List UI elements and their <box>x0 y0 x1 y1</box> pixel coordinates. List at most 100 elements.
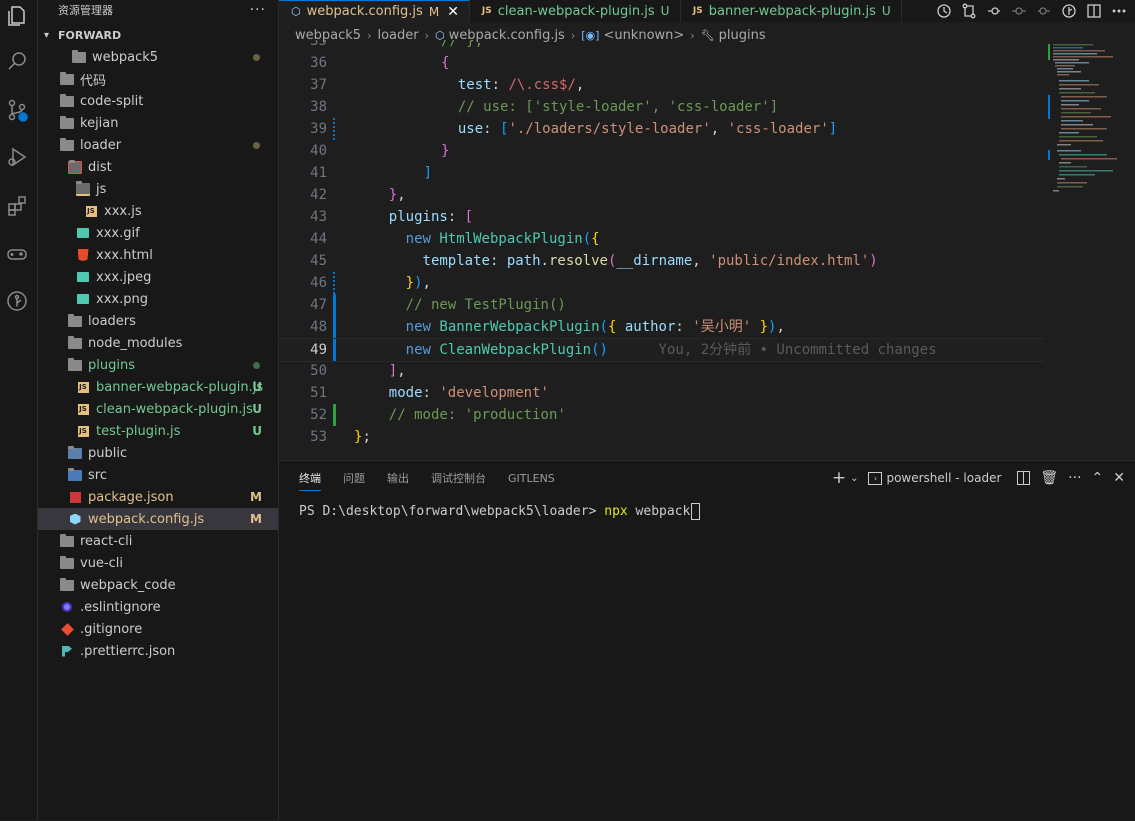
tree-item[interactable]: node_modules <box>38 332 278 354</box>
new-terminal-button[interactable]: + <box>832 468 846 488</box>
tree-item[interactable]: kejian <box>38 112 278 134</box>
tree-item[interactable]: .gitignore <box>38 618 278 640</box>
code-text: new BannerWebpackPlugin({ author: '吴小明' … <box>405 319 785 335</box>
compare-changes-icon[interactable] <box>961 3 977 19</box>
tree-item-label: plugins <box>88 357 135 373</box>
split-editor-icon[interactable] <box>1086 3 1102 19</box>
tree-item-label: loaders <box>88 313 136 329</box>
close-icon[interactable]: ✕ <box>447 4 459 20</box>
editor-tab[interactable]: ⬡ webpack.config.js M ✕ <box>279 0 470 22</box>
minimap[interactable] <box>1045 40 1135 460</box>
tree-item[interactable]: react-cli <box>38 530 278 552</box>
split-terminal-icon[interactable] <box>1017 471 1031 485</box>
git-gutter-marker <box>333 316 336 338</box>
git-status-badge: M <box>250 490 262 504</box>
tree-item[interactable]: xxx.jpeg <box>38 266 278 288</box>
run-debug-icon[interactable] <box>3 143 31 171</box>
tree-item[interactable]: loaders <box>38 310 278 332</box>
line-number: 52 <box>310 407 327 423</box>
git-status-badge: U <box>252 402 262 416</box>
tree-item-label: xxx.png <box>96 291 148 307</box>
code-text: template: path.resolve(__dirname, 'publi… <box>422 253 878 269</box>
tab-git-status: U <box>881 4 891 18</box>
line-number: 51 <box>310 385 327 401</box>
git-commit-icon[interactable] <box>1011 3 1027 19</box>
line-number: 35 <box>310 40 327 49</box>
chevron-down-icon[interactable]: ⌄ <box>850 473 858 484</box>
line-number: 49 <box>310 342 327 358</box>
trash-icon[interactable]: 🗑︎ <box>1040 470 1058 486</box>
tree-item[interactable]: src <box>38 464 278 486</box>
git-status-badge: U <box>252 380 262 394</box>
tree-item[interactable]: plugins <box>38 354 278 376</box>
editor-tab[interactable]: JS banner-webpack-plugin.js U <box>681 0 902 22</box>
code-text: }; <box>354 429 371 445</box>
tab-terminal[interactable]: 终端 <box>299 470 321 491</box>
tree-item[interactable]: webpack.config.js M <box>38 508 278 530</box>
tree-item-label: webpack.config.js <box>88 511 205 527</box>
tree-item[interactable]: package.json M <box>38 486 278 508</box>
close-panel-icon[interactable]: ✕ <box>1113 470 1125 486</box>
tree-item[interactable]: .eslintignore <box>38 596 278 618</box>
editor-tab[interactable]: JS clean-webpack-plugin.js U <box>470 0 681 22</box>
code-editor[interactable]: 35// }, 36{37 test: /\.css$/, 38 // use: [… <box>279 40 1045 460</box>
tree-item[interactable]: webpack5 <box>38 46 278 68</box>
more-editor-actions-icon[interactable] <box>1111 3 1127 19</box>
tree-item[interactable]: code-split <box>38 90 278 112</box>
gitlens-icon[interactable] <box>3 287 31 315</box>
tree-item[interactable]: xxx.png <box>38 288 278 310</box>
tree-item-label: code-split <box>80 93 144 109</box>
extensions-icon[interactable] <box>3 192 31 220</box>
tab-debug-console[interactable]: 调试控制台 <box>431 470 486 486</box>
tree-item-label: .eslintignore <box>80 599 161 615</box>
code-line: 37 test: /\.css$/, <box>279 74 1045 96</box>
git-gutter-marker <box>333 118 338 140</box>
folder-icon <box>68 335 82 350</box>
tree-item[interactable]: vue-cli <box>38 552 278 574</box>
tab-problems[interactable]: 问题 <box>343 470 365 486</box>
tab-gitlens[interactable]: GITLENS <box>508 472 555 485</box>
tree-item[interactable]: JS banner-webpack-plugin.js U <box>38 376 278 398</box>
tree-item[interactable]: public <box>38 442 278 464</box>
tree-item[interactable]: JS test-plugin.js U <box>38 420 278 442</box>
more-actions-button[interactable]: ··· <box>250 2 266 18</box>
prettier-file-icon <box>60 644 74 658</box>
folder-icon <box>60 555 74 570</box>
tree-item[interactable]: JS xxx.js <box>38 200 278 222</box>
code-line: 52 // mode: 'production' <box>279 404 1045 426</box>
tree-item-label: package.json <box>88 489 174 505</box>
image-file-icon <box>76 292 90 306</box>
terminal-output[interactable]: PS D:\desktop\forward\webpack5\loader> n… <box>299 503 701 520</box>
tree-item[interactable]: js <box>38 178 278 200</box>
code-line: 39 use: ['./loaders/style-loader', 'css-… <box>279 118 1045 140</box>
tab-output[interactable]: 输出 <box>387 470 409 486</box>
workspace-section-header[interactable]: ▾ FORWARD <box>38 24 278 46</box>
terminal-instance-name[interactable]: powershell - loader <box>886 471 1001 485</box>
code-text: new CleanWebpackPlugin() You, 2分钟前 • Unc… <box>405 342 937 358</box>
maximize-panel-icon[interactable]: ⌃ <box>1092 470 1104 486</box>
tree-item[interactable]: dist <box>38 156 278 178</box>
timeline-history-icon[interactable] <box>936 3 952 19</box>
folder-icon <box>60 115 74 130</box>
tree-item[interactable]: .prettierrc.json <box>38 640 278 662</box>
tree-item[interactable]: xxx.gif <box>38 222 278 244</box>
tree-item[interactable]: JS clean-webpack-plugin.js U <box>38 398 278 420</box>
line-number: 41 <box>310 165 327 181</box>
source-control-icon[interactable] <box>3 96 31 124</box>
tree-item[interactable]: loader <box>38 134 278 156</box>
tree-item[interactable]: webpack_code <box>38 574 278 596</box>
explorer-icon[interactable] <box>3 2 31 30</box>
search-icon[interactable] <box>3 47 31 75</box>
code-text: ], <box>388 363 406 379</box>
tree-item-label: vue-cli <box>80 555 123 571</box>
git-status-badge: M <box>250 512 262 526</box>
dist-folder-icon <box>68 159 82 174</box>
gitlens-inspect-icon[interactable] <box>1061 3 1077 19</box>
tree-item[interactable]: 代码 <box>38 68 278 90</box>
tree-item[interactable]: xxx.html <box>38 244 278 266</box>
previous-change-icon[interactable] <box>986 3 1002 19</box>
code-line: 51 mode: 'development' <box>279 382 1045 404</box>
next-change-icon[interactable] <box>1036 3 1052 19</box>
more-panel-actions-icon[interactable]: ··· <box>1068 470 1081 486</box>
remote-gamepad-icon[interactable] <box>3 240 31 268</box>
